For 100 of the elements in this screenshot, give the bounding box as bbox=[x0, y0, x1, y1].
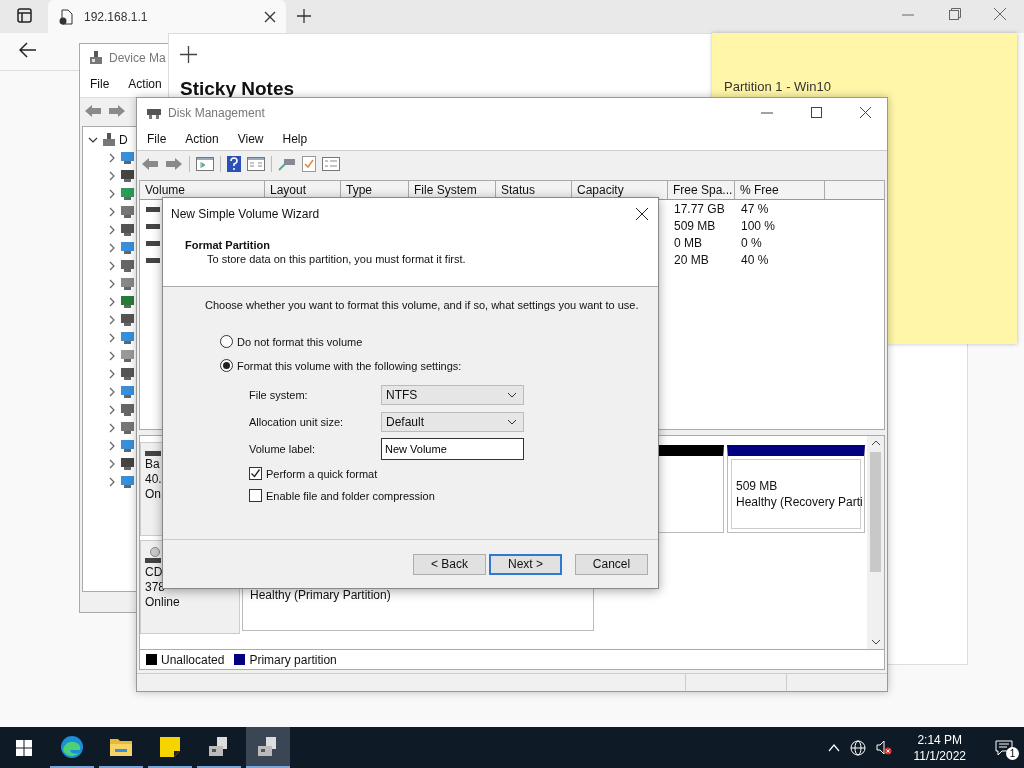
checkbox-label[interactable]: Enable file and folder compression bbox=[266, 489, 435, 502]
close-icon[interactable] bbox=[860, 107, 871, 118]
device-icon bbox=[121, 260, 134, 272]
list-view-icon[interactable] bbox=[247, 156, 265, 171]
unallocated-partition[interactable] bbox=[658, 445, 724, 533]
app-title: Sticky Notes bbox=[180, 78, 295, 100]
device-icon bbox=[121, 314, 134, 326]
checkbox[interactable] bbox=[249, 467, 262, 480]
wizard-button[interactable]: Next > bbox=[489, 553, 562, 575]
scroll-down-icon[interactable] bbox=[870, 639, 881, 645]
close-icon[interactable] bbox=[264, 10, 276, 23]
checkbox-label[interactable]: Perform a quick format bbox=[266, 467, 378, 480]
add-note-icon[interactable] bbox=[180, 46, 197, 63]
wizard-button[interactable]: < Back bbox=[413, 553, 486, 575]
device-icon bbox=[121, 332, 134, 344]
menu-item[interactable]: File bbox=[80, 77, 119, 91]
window-title: Device Ma bbox=[109, 50, 166, 65]
field-label: Allocation unit size: bbox=[249, 416, 345, 428]
radio-label[interactable]: Do not format this volume bbox=[237, 335, 363, 348]
file-system-dropdown[interactable]: NTFS bbox=[381, 385, 524, 405]
radio-button[interactable] bbox=[220, 359, 233, 372]
menu-item[interactable]: Help bbox=[272, 131, 317, 146]
column-header[interactable]: % Free bbox=[735, 181, 825, 199]
table-cell-text: 17.77 GB bbox=[673, 201, 726, 216]
table-cell-text: 0 % bbox=[740, 235, 763, 250]
speaker-muted-icon[interactable] bbox=[875, 739, 892, 756]
browser-icon bbox=[60, 734, 84, 759]
dialog-title: New Simple Volume Wizard bbox=[171, 206, 320, 221]
drive-icon bbox=[146, 238, 160, 247]
wizard-button[interactable]: Cancel bbox=[575, 553, 648, 575]
notification-icon[interactable] bbox=[995, 739, 1013, 756]
radio-button[interactable] bbox=[220, 335, 233, 348]
checklist-icon[interactable] bbox=[302, 155, 316, 172]
disk-info-text: CD bbox=[145, 565, 163, 580]
forward-arrow-icon[interactable] bbox=[108, 103, 126, 118]
volume-label-field[interactable]: New Volume bbox=[381, 438, 524, 460]
sticky-note-icon bbox=[160, 736, 180, 757]
globe-icon[interactable] bbox=[849, 739, 866, 756]
restore-icon[interactable] bbox=[949, 8, 961, 20]
legend-swatch bbox=[146, 654, 157, 665]
minimize-icon[interactable] bbox=[761, 111, 773, 114]
partition-text: 509 MB bbox=[736, 478, 779, 494]
checkbox[interactable] bbox=[249, 489, 262, 502]
console-tree-icon[interactable] bbox=[196, 156, 214, 171]
table-cell-text: 20 MB bbox=[673, 252, 710, 267]
maximize-icon[interactable] bbox=[811, 107, 822, 118]
drive-icon bbox=[146, 255, 160, 264]
browser-tab[interactable]: 192.168.1.1 bbox=[48, 0, 286, 33]
properties-icon[interactable] bbox=[322, 156, 340, 171]
new-tab-icon[interactable] bbox=[296, 8, 312, 24]
disk-info-text: Online bbox=[145, 595, 180, 610]
folder-icon bbox=[109, 736, 133, 757]
device-icon bbox=[121, 242, 134, 254]
menu-item[interactable]: Action bbox=[118, 77, 171, 91]
partition-text: Healthy (Recovery Parti bbox=[736, 494, 860, 510]
device-icon bbox=[121, 422, 134, 434]
close-icon[interactable] bbox=[636, 207, 648, 220]
menu-item[interactable]: Action bbox=[175, 131, 228, 146]
device-icon bbox=[121, 152, 134, 164]
table-cell-text: 40 % bbox=[740, 252, 770, 267]
scroll-up-icon[interactable] bbox=[870, 440, 881, 446]
window-title: Disk Management bbox=[168, 105, 265, 120]
tab-title: 192.168.1.1 bbox=[84, 9, 149, 24]
menu-item[interactable]: File bbox=[137, 131, 176, 146]
drive-icon bbox=[145, 449, 161, 457]
caret-icon bbox=[507, 419, 517, 425]
notification-badge: 1 bbox=[1006, 747, 1019, 760]
field-label: Volume label: bbox=[249, 443, 317, 455]
drive-icon bbox=[146, 204, 160, 213]
taskbar-app[interactable] bbox=[246, 727, 290, 768]
radio-label[interactable]: Format this volume with the following settings: bbox=[237, 359, 462, 372]
menu-item[interactable]: View bbox=[227, 131, 273, 146]
connect-icon[interactable] bbox=[278, 156, 296, 171]
help-icon[interactable] bbox=[227, 155, 241, 172]
allocation-size-dropdown[interactable]: Default bbox=[381, 412, 524, 432]
back-arrow-icon[interactable] bbox=[19, 42, 37, 58]
device-icon bbox=[121, 224, 134, 236]
drive-icon bbox=[146, 221, 160, 230]
column-header[interactable]: Free Spa... bbox=[668, 181, 735, 199]
caret-icon bbox=[507, 392, 517, 398]
device-icon bbox=[121, 458, 134, 470]
page-error-icon bbox=[58, 8, 74, 25]
partition-block[interactable]: 509 MB Healthy (Recovery Parti bbox=[727, 445, 865, 533]
start-icon[interactable] bbox=[16, 739, 32, 756]
device-icon bbox=[121, 350, 134, 362]
clock-time[interactable]: 2:14 PM bbox=[917, 731, 963, 748]
chevron-up-icon[interactable] bbox=[827, 743, 840, 752]
device-manager-icon bbox=[89, 49, 103, 66]
partition-text: Healthy (Primary Partition) bbox=[250, 587, 392, 603]
tab-panel-icon[interactable] bbox=[17, 8, 32, 23]
table-cell-text: 509 MB bbox=[673, 218, 717, 233]
clock-date[interactable]: 11/1/2022 bbox=[913, 747, 966, 764]
table-cell-text: 47 % bbox=[740, 201, 770, 216]
page-heading: Format Partition bbox=[185, 239, 271, 251]
disk-info-text: Ba bbox=[145, 457, 160, 472]
device-icon bbox=[121, 296, 134, 308]
device-icon bbox=[121, 206, 134, 218]
vertical-scrollbar[interactable] bbox=[867, 436, 884, 649]
forward-arrow-icon[interactable] bbox=[165, 156, 183, 171]
tree-item[interactable]: D bbox=[119, 133, 128, 147]
